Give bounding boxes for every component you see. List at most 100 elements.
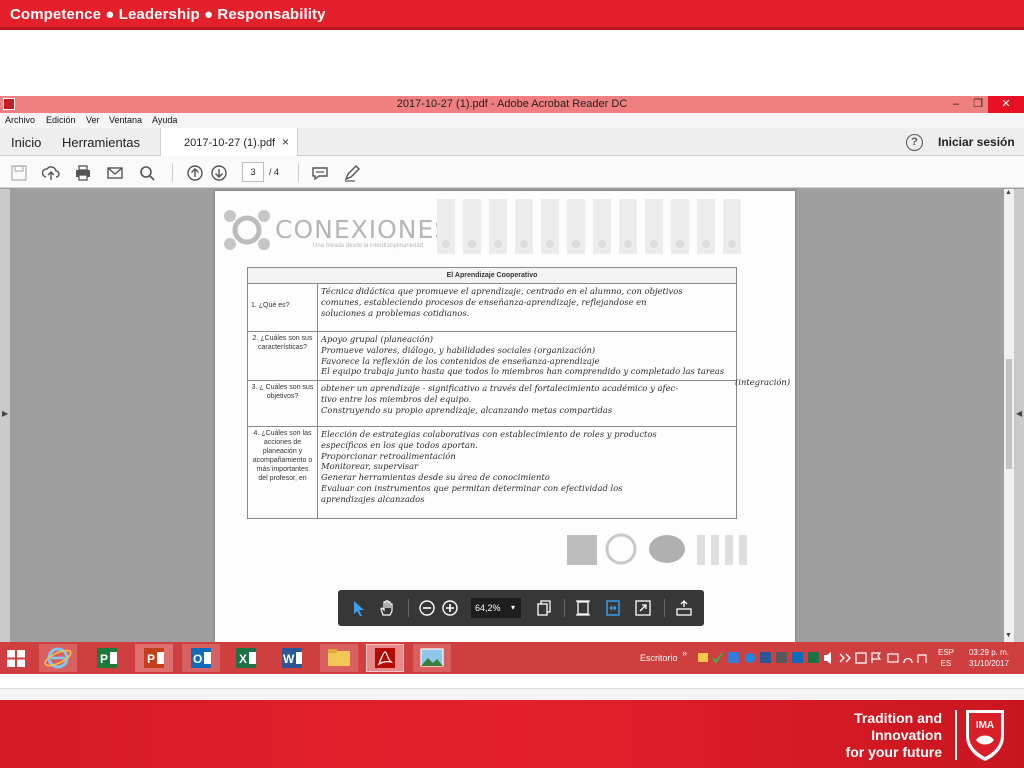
answer-line: tivo entre los miembros del equipo.: [321, 393, 472, 404]
right-panel-toggle[interactable]: ◀: [1014, 189, 1024, 642]
chevron-right-icon[interactable]: »: [682, 648, 687, 658]
close-button[interactable]: ✕: [988, 96, 1024, 113]
answer-line: Proporcionar retroalimentación: [321, 450, 456, 461]
vertical-scrollbar[interactable]: ▲ ▼: [1004, 189, 1014, 642]
tagline-line: for your future: [845, 744, 942, 760]
tagline-line: Tradition and: [854, 710, 942, 726]
project-icon[interactable]: P: [88, 644, 126, 672]
answer-line: Monitorear, supervisar: [321, 461, 419, 472]
svg-text:W: W: [283, 652, 295, 666]
answer-line: Generar herramientas desde su área de co…: [321, 472, 550, 483]
conexiones-logo-subtitle: Una mirada desde la interdisciplinarieda…: [313, 243, 424, 249]
search-icon[interactable]: [138, 164, 156, 182]
file-explorer-icon[interactable]: [320, 644, 358, 672]
read-mode-icon[interactable]: [675, 599, 693, 617]
fit-width-icon[interactable]: [604, 599, 622, 617]
answer-line: Construyendo su propio aprendizaje, alca…: [321, 404, 613, 415]
mail-icon[interactable]: [106, 164, 124, 182]
crest-text: IMA: [976, 720, 994, 731]
tab-bar: Inicio Herramientas 2017-10-27 (1).pdf ×…: [0, 128, 1024, 157]
zoom-out-icon[interactable]: [418, 599, 436, 617]
ima-crest-logo: IMA: [966, 710, 1004, 761]
menu-archivo[interactable]: Archivo: [5, 115, 35, 125]
table-title: El Aprendizaje Cooperativo: [247, 267, 737, 284]
system-tray-icons[interactable]: [698, 651, 928, 665]
acrobat-taskbar-icon[interactable]: [366, 644, 404, 672]
windows-start-icon[interactable]: [7, 650, 25, 667]
tagline-line: Innovation: [871, 727, 942, 743]
word-icon[interactable]: W: [273, 644, 311, 672]
menu-ayuda[interactable]: Ayuda: [152, 115, 177, 125]
hand-icon[interactable]: [378, 599, 396, 617]
toolbar: 3 / 4: [0, 156, 1024, 188]
signin-button[interactable]: Iniciar sesión: [938, 135, 1015, 149]
excel-icon[interactable]: X: [227, 644, 265, 672]
scroll-up-icon[interactable]: ▲: [1005, 189, 1012, 196]
scroll-thumb[interactable]: [1006, 359, 1012, 469]
tab-document-label: 2017-10-27 (1).pdf: [184, 137, 276, 149]
answer-line: Promueve valores, diálogo, y habilidades…: [321, 344, 596, 355]
svg-text:P: P: [100, 652, 108, 666]
slide-tagline: Tradition and Innovation for your future: [846, 710, 942, 761]
maximize-button[interactable]: ❐: [966, 96, 990, 113]
taskbar-clock[interactable]: 03:29 p. m. 31/10/2017: [964, 647, 1014, 669]
tab-document[interactable]: 2017-10-27 (1).pdf ×: [160, 128, 298, 157]
comment-icon[interactable]: [311, 164, 329, 182]
table-row: 3. ¿ Cuáles son sus objetivos? obtener u…: [247, 380, 737, 427]
internet-explorer-icon[interactable]: [39, 644, 77, 672]
cooperative-learning-table: El Aprendizaje Cooperativo 1. ¿Qué es? T…: [247, 267, 737, 519]
scroll-down-icon[interactable]: ▼: [1005, 632, 1012, 639]
input-language[interactable]: ESP ES: [938, 647, 954, 669]
decorative-stripes: [437, 199, 741, 254]
answer-line: Técnica didáctica que promueve el aprend…: [321, 286, 683, 296]
table-row: 1. ¿Qué es? Técnica didáctica que promue…: [247, 283, 737, 332]
tab-herramientas[interactable]: Herramientas: [62, 135, 140, 150]
help-icon[interactable]: ?: [906, 134, 923, 151]
answer-line: Evaluar con instrumentos que permitan de…: [321, 482, 623, 493]
menu-ver[interactable]: Ver: [86, 115, 100, 125]
pdf-page: CONEXIONES Una mirada desde la interdisc…: [215, 191, 795, 642]
floating-page-toolbar: 64,2% ▾: [338, 590, 704, 626]
svg-text:X: X: [239, 652, 247, 666]
minimize-button[interactable]: –: [944, 96, 968, 113]
clock-date: 31/10/2017: [968, 659, 1010, 668]
powerpoint-icon[interactable]: P: [135, 644, 173, 672]
save-icon[interactable]: [10, 164, 28, 182]
menu-edicion[interactable]: Edición: [46, 115, 76, 125]
slide-motto: Competence ● Leadership ● Responsability: [10, 6, 326, 23]
desktop-toolbar-label[interactable]: Escritorio: [640, 653, 678, 663]
toolbar-separator: [298, 163, 299, 182]
clock-time: 03:29 p. m.: [968, 648, 1010, 657]
windows-taskbar: P P O X W Escritorio » ESP ES 03:29 p. m…: [0, 642, 1024, 674]
page-total: / 4: [269, 167, 280, 177]
float-separator: [408, 599, 409, 617]
page-up-icon[interactable]: [186, 164, 204, 182]
copy-icon[interactable]: [535, 599, 553, 617]
answer-line: obtener un aprendizaje - significativo a…: [321, 383, 679, 393]
left-panel-toggle[interactable]: ▶: [0, 189, 10, 642]
conexiones-logo-icon: [224, 210, 270, 250]
language-code: ESP: [938, 648, 955, 657]
fit-page-icon[interactable]: [574, 599, 592, 617]
pen-icon[interactable]: [343, 164, 361, 182]
conexiones-logo-text: CONEXIONES: [275, 215, 452, 244]
menu-ventana[interactable]: Ventana: [109, 115, 142, 125]
photos-icon[interactable]: [413, 644, 451, 672]
tagline-divider: [955, 710, 957, 760]
chevron-down-icon[interactable]: ▾: [511, 598, 515, 618]
page-number-input[interactable]: 3: [242, 162, 264, 182]
select-arrow-icon[interactable]: [350, 599, 368, 617]
page-down-icon[interactable]: [210, 164, 228, 182]
table-row: 2. ¿Cuáles son sus características? Apoy…: [247, 331, 737, 381]
tab-close-icon[interactable]: ×: [282, 135, 289, 149]
float-separator: [664, 599, 665, 617]
outlook-icon[interactable]: O: [182, 644, 220, 672]
float-separator: [564, 599, 565, 617]
fullscreen-icon[interactable]: [634, 599, 652, 617]
title-bar: 2017-10-27 (1).pdf - Adobe Acrobat Reade…: [0, 96, 1024, 113]
tab-inicio[interactable]: Inicio: [11, 135, 41, 150]
upload-icon[interactable]: [42, 164, 60, 182]
print-icon[interactable]: [74, 164, 92, 182]
zoom-in-icon[interactable]: [441, 599, 459, 617]
answer-cell: Técnica didáctica que promueve el aprend…: [317, 283, 737, 332]
